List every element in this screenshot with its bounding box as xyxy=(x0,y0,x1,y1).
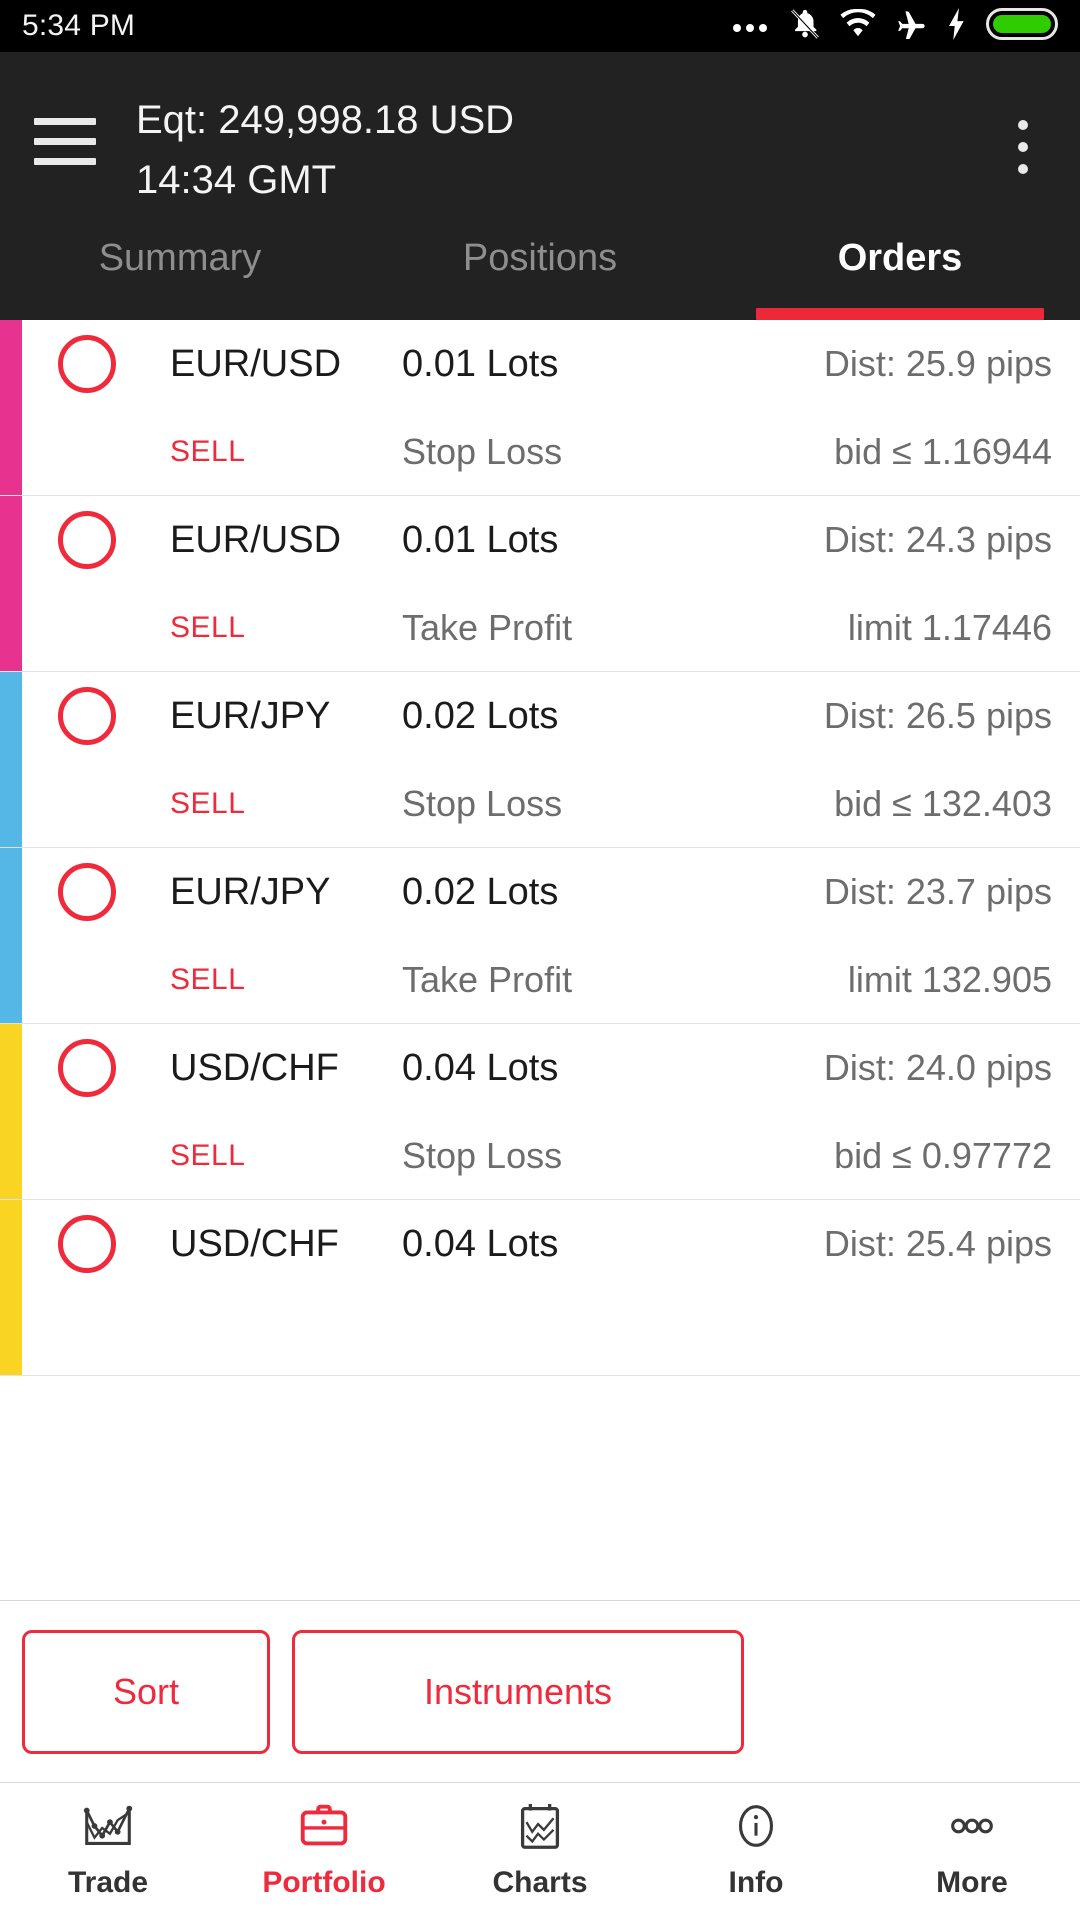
status-bar-icons xyxy=(730,7,1058,46)
more-dots-icon xyxy=(730,14,770,39)
overflow-menu-icon[interactable] xyxy=(996,90,1050,174)
order-symbol: USD/CHF xyxy=(170,1046,339,1089)
charging-bolt-icon xyxy=(946,7,968,45)
table-row[interactable]: EUR/JPY 0.02 Lots Dist: 23.7 pips SELL T… xyxy=(0,848,1080,1024)
bell-muted-icon xyxy=(788,7,822,46)
row-accent-bar xyxy=(0,1024,22,1199)
order-symbol: USD/CHF xyxy=(170,1222,339,1265)
nav-item-more[interactable]: More xyxy=(864,1783,1080,1912)
order-kind: Stop Loss xyxy=(402,431,563,472)
more-dots-icon xyxy=(943,1796,1001,1856)
tab-summary-label: Summary xyxy=(98,237,262,279)
status-bar-clock: 5:34 PM xyxy=(22,9,136,42)
order-distance: Dist: 24.0 pips xyxy=(823,1047,1052,1088)
order-lots: 0.02 Lots xyxy=(402,870,559,913)
order-price: bid ≤ 132.403 xyxy=(834,783,1052,824)
order-lots: 0.02 Lots xyxy=(402,694,559,737)
row-accent-bar xyxy=(0,848,22,1023)
order-symbol: EUR/JPY xyxy=(170,870,331,913)
tab-active-indicator xyxy=(756,308,1044,320)
order-side: SELL xyxy=(170,963,246,996)
table-row[interactable]: EUR/USD 0.01 Lots Dist: 24.3 pips SELL T… xyxy=(0,496,1080,672)
airplane-mode-icon xyxy=(894,9,928,44)
tab-positions-label: Positions xyxy=(462,237,618,279)
nav-label-trade: Trade xyxy=(67,1865,149,1899)
orders-list[interactable]: EUR/USD 0.01 Lots Dist: 25.9 pips SELL S… xyxy=(0,320,1080,1600)
order-side: SELL xyxy=(170,1139,246,1172)
order-symbol: EUR/USD xyxy=(170,518,342,561)
order-status-icon xyxy=(58,1215,170,1273)
row-accent-bar xyxy=(0,1200,22,1375)
order-status-icon xyxy=(58,511,170,569)
table-row[interactable]: EUR/USD 0.01 Lots Dist: 25.9 pips SELL S… xyxy=(0,320,1080,496)
list-actions-bar: Sort Instruments xyxy=(0,1600,1080,1782)
briefcase-icon xyxy=(295,1796,353,1856)
order-status-icon xyxy=(58,687,170,745)
wifi-icon xyxy=(840,8,876,44)
tab-summary[interactable]: Summary xyxy=(0,215,360,320)
nav-item-info[interactable]: Info xyxy=(648,1783,864,1912)
order-price: bid ≤ 1.16944 xyxy=(834,431,1052,472)
equity-label: Eqt: 249,998.18 USD xyxy=(136,98,515,142)
order-price: limit 1.17446 xyxy=(847,607,1052,648)
server-time-label: 14:34 GMT xyxy=(136,158,337,202)
tab-orders-label: Orders xyxy=(837,237,963,279)
tab-orders[interactable]: Orders xyxy=(720,215,1080,320)
battery-icon xyxy=(986,7,1058,46)
order-kind: Take Profit xyxy=(402,607,573,648)
nav-item-portfolio[interactable]: Portfolio xyxy=(216,1783,432,1912)
order-status-icon xyxy=(58,863,170,921)
order-kind: Stop Loss xyxy=(402,1135,563,1176)
order-distance: Dist: 23.7 pips xyxy=(823,871,1052,912)
nav-label-portfolio: Portfolio xyxy=(262,1865,386,1899)
order-distance: Dist: 25.4 pips xyxy=(823,1223,1052,1264)
info-circle-icon xyxy=(727,1796,785,1856)
sort-button[interactable]: Sort xyxy=(22,1629,270,1754)
order-distance: Dist: 26.5 pips xyxy=(823,695,1052,736)
order-symbol: EUR/USD xyxy=(170,342,342,385)
order-status-icon xyxy=(58,335,170,393)
order-side: SELL xyxy=(170,435,246,468)
order-lots: 0.01 Lots xyxy=(402,342,559,385)
tab-positions[interactable]: Positions xyxy=(360,215,720,320)
nav-label-more: More xyxy=(936,1865,1008,1899)
table-row[interactable]: EUR/JPY 0.02 Lots Dist: 26.5 pips SELL S… xyxy=(0,672,1080,848)
order-symbol: EUR/JPY xyxy=(170,694,331,737)
row-accent-bar xyxy=(0,496,22,671)
status-bar: 5:34 PM xyxy=(0,0,1080,52)
order-status-icon xyxy=(58,1039,170,1097)
nav-label-charts: Charts xyxy=(492,1865,588,1899)
app-bar: Eqt: 249,998.18 USD 14:34 GMT Summary Po… xyxy=(0,52,1080,320)
order-price: limit 132.905 xyxy=(847,959,1052,1000)
row-accent-bar xyxy=(0,672,22,847)
order-lots: 0.04 Lots xyxy=(402,1046,559,1089)
order-distance: Dist: 25.9 pips xyxy=(823,343,1052,384)
order-kind: Stop Loss xyxy=(402,783,563,824)
order-side: SELL xyxy=(170,787,246,820)
app-bar-titles: Eqt: 249,998.18 USD 14:34 GMT xyxy=(136,90,996,210)
nav-item-trade[interactable]: Trade xyxy=(0,1783,216,1912)
clipboard-chart-icon xyxy=(511,1796,569,1856)
order-lots: 0.04 Lots xyxy=(402,1222,559,1265)
order-price: bid ≤ 0.97772 xyxy=(834,1135,1052,1176)
table-row[interactable]: USD/CHF 0.04 Lots Dist: 24.0 pips SELL S… xyxy=(0,1024,1080,1200)
candlestick-chart-icon xyxy=(79,1796,137,1856)
hamburger-menu-icon[interactable] xyxy=(34,90,96,165)
nav-item-charts[interactable]: Charts xyxy=(432,1783,648,1912)
order-kind: Take Profit xyxy=(402,959,573,1000)
nav-label-info: Info xyxy=(728,1865,784,1899)
order-distance: Dist: 24.3 pips xyxy=(823,519,1052,560)
instruments-button[interactable]: Instruments xyxy=(292,1629,744,1754)
tab-bar: Summary Positions Orders xyxy=(0,215,1080,320)
table-row[interactable]: USD/CHF 0.04 Lots Dist: 25.4 pips xyxy=(0,1200,1080,1376)
order-lots: 0.01 Lots xyxy=(402,518,559,561)
bottom-navigation: Trade Portfolio Charts Info More xyxy=(0,1782,1080,1912)
order-side: SELL xyxy=(170,611,246,644)
row-accent-bar xyxy=(0,320,22,495)
